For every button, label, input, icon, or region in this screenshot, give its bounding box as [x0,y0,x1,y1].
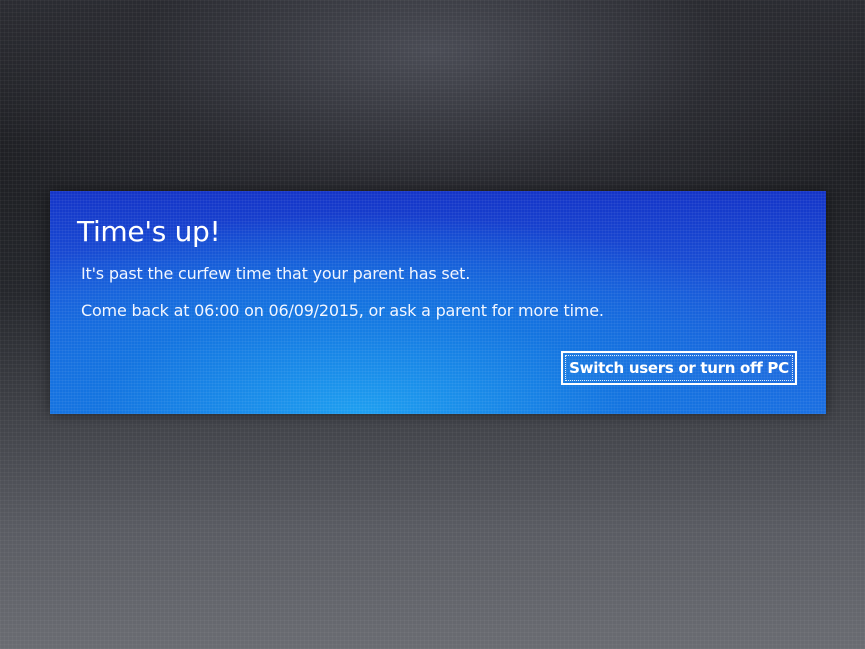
curfew-dialog: Time's up! It's past the curfew time tha… [50,191,826,414]
curfew-message: It's past the curfew time that your pare… [81,264,471,283]
come-back-message: Come back at 06:00 on 06/09/2015, or ask… [81,301,604,320]
switch-users-or-turn-off-button[interactable]: Switch users or turn off PC [561,351,797,385]
dialog-title: Time's up! [77,215,221,248]
